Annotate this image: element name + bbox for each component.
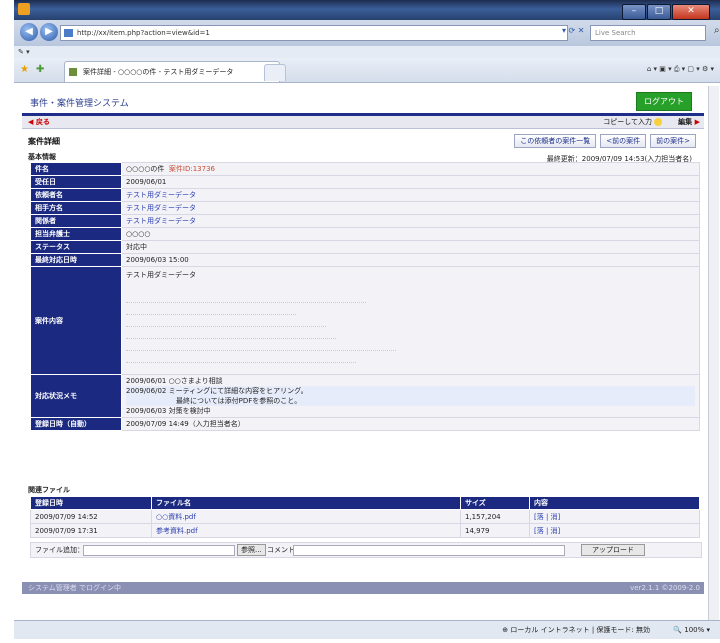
detail-row: 担当弁護士 ○○○○ bbox=[30, 227, 700, 241]
prev-case-button[interactable]: <前の案件 bbox=[600, 134, 647, 148]
detail-row: 最終対応日時 2009/06/03 15:00 bbox=[30, 253, 700, 267]
sub-navigation: ◀ 戻る コピーして入力 編集 ▶ bbox=[22, 116, 704, 129]
file-link[interactable]: ○○資料.pdf bbox=[151, 509, 461, 524]
client-case-list-button[interactable]: この依頼者の案件一覧 bbox=[514, 134, 597, 148]
file-link[interactable]: 参考資料.pdf bbox=[151, 523, 461, 538]
forward-arrow-icon[interactable]: ▶ bbox=[40, 23, 58, 41]
new-tab-button[interactable] bbox=[264, 64, 286, 81]
detail-row: 相手方名 テスト用ダミーデータ bbox=[30, 201, 700, 215]
section-files-title: 関連ファイル bbox=[28, 486, 70, 494]
tab-page-icon bbox=[69, 68, 77, 76]
copy-input-link[interactable]: コピーして入力 bbox=[603, 116, 662, 128]
detail-row: 依頼者名 テスト用ダミーデータ bbox=[30, 188, 700, 202]
tab-bar: ★ ✚ 案件詳細 - ○○○○の件 - テスト用ダミーデータ ⌂ ▾ ▣ ▾ ⎙… bbox=[14, 58, 720, 83]
client-link[interactable]: テスト用ダミーデータ bbox=[121, 188, 700, 202]
add-favorite-icon[interactable]: ✚ bbox=[36, 64, 44, 75]
refresh-stop-icons[interactable]: ▾ ⟳ ✕ bbox=[562, 26, 585, 35]
maximize-button[interactable]: □ bbox=[647, 4, 671, 20]
back-arrow-icon[interactable]: ◀ bbox=[20, 23, 38, 41]
logout-button[interactable]: ログアウト bbox=[636, 92, 692, 111]
related-person-link[interactable]: テスト用ダミーデータ bbox=[121, 214, 700, 228]
registered-row: 登録日時（自動） 2009/07/09 14:49（入力担当者名） bbox=[30, 417, 700, 431]
tools-icon[interactable]: ✎ ▾ bbox=[18, 48, 30, 56]
files-header: 登録日時 ファイル名 サイズ 内容 bbox=[30, 496, 700, 510]
zoom-level[interactable]: 🔍 100% ▾ bbox=[673, 621, 710, 639]
arrow-right-icon: ▶ bbox=[694, 118, 700, 126]
title-bar: – □ ✕ bbox=[14, 0, 720, 20]
close-button[interactable]: ✕ bbox=[672, 4, 710, 20]
back-link[interactable]: ◀ 戻る bbox=[28, 116, 50, 128]
file-add-row: ファイル追加： 参照... コメント： アップロード bbox=[30, 542, 702, 558]
upload-button[interactable]: アップロード bbox=[581, 544, 645, 556]
status-bar: ⊕ ローカル イントラネット | 保護モード: 無効 🔍 100% ▾ bbox=[14, 620, 720, 639]
search-icon[interactable]: ⌕ bbox=[714, 25, 720, 36]
file-path-input[interactable] bbox=[83, 545, 235, 556]
security-zone: ⊕ ローカル イントラネット | 保護モード: 無効 bbox=[502, 626, 650, 634]
memo-row: 対応状況メモ 2009/06/01 ○○さまより相談 2009/06/02 ミー… bbox=[30, 374, 700, 418]
globe-icon: ⊕ bbox=[502, 626, 509, 634]
detail-row: 件名 ○○○○の件 案件ID:13736 bbox=[30, 162, 700, 176]
detail-row: 受任日 2009/06/01 bbox=[30, 175, 700, 189]
app-header: 事件・案件管理システム ログアウト bbox=[22, 86, 704, 112]
browser-icon bbox=[18, 2, 30, 15]
tab-current[interactable]: 案件詳細 - ○○○○の件 - テスト用ダミーデータ bbox=[64, 61, 280, 82]
app-title[interactable]: 事件・案件管理システム bbox=[30, 96, 129, 109]
address-toolbar: ◀ ▶ http://xx/item.php?action=view&id=1 … bbox=[14, 20, 720, 46]
comment-input[interactable] bbox=[293, 545, 565, 556]
table-row: 2009/07/09 14:52 ○○資料.pdf 1,157,204 [落 |… bbox=[30, 509, 700, 524]
page-icon bbox=[64, 29, 73, 37]
page-title: 案件詳細 bbox=[28, 137, 60, 146]
files-table: 登録日時 ファイル名 サイズ 内容 2009/07/09 14:52 ○○資料.… bbox=[30, 496, 700, 538]
blurred-text bbox=[126, 294, 695, 363]
file-actions[interactable]: [落 | 消] bbox=[529, 509, 700, 524]
menu-bar: ✎ ▾ bbox=[14, 46, 720, 58]
opponent-link[interactable]: テスト用ダミーデータ bbox=[121, 201, 700, 215]
page-footer: システム管理者 でログイン中 ver2.1.1 ©2009-2.0 bbox=[22, 582, 704, 594]
browser-window: – □ ✕ ◀ ▶ http://xx/item.php?action=view&i… bbox=[0, 0, 720, 643]
file-actions[interactable]: [落 | 消] bbox=[529, 523, 700, 538]
detail-table: 件名 ○○○○の件 案件ID:13736 受任日 2009/06/01 依頼者名 テス… bbox=[30, 162, 700, 431]
detail-row: 関係者 テスト用ダミーデータ bbox=[30, 214, 700, 228]
case-nav-buttons: この依頼者の案件一覧 <前の案件 前の案件> bbox=[510, 134, 696, 148]
section-basic-title: 基本情報 bbox=[28, 153, 56, 161]
table-row: 2009/07/09 17:31 参考資料.pdf 14,979 [落 | 消] bbox=[30, 523, 700, 538]
copy-icon bbox=[654, 118, 662, 126]
page-content: 事件・案件管理システム ログアウト ◀ 戻る コピーして入力 編集 ▶ 案件詳細… bbox=[22, 86, 704, 594]
address-input[interactable]: http://xx/item.php?action=view&id=1 bbox=[60, 25, 568, 41]
content-row: 案件内容 テスト用ダミーデータ bbox=[30, 266, 700, 375]
search-input[interactable]: Live Search bbox=[590, 25, 706, 41]
next-case-button[interactable]: 前の案件> bbox=[650, 134, 696, 148]
scrollbar[interactable] bbox=[708, 86, 719, 620]
command-bar[interactable]: ⌂ ▾ ▣ ▾ ⎙ ▾ ▢ ▾ ⚙ ▾ bbox=[647, 65, 714, 74]
browse-button[interactable]: 参照... bbox=[237, 544, 266, 556]
minimize-button[interactable]: – bbox=[622, 4, 646, 20]
favorites-star-icon[interactable]: ★ bbox=[20, 64, 29, 75]
detail-row: ステータス 対応中 bbox=[30, 240, 700, 254]
edit-link[interactable]: 編集 ▶ bbox=[678, 116, 700, 128]
